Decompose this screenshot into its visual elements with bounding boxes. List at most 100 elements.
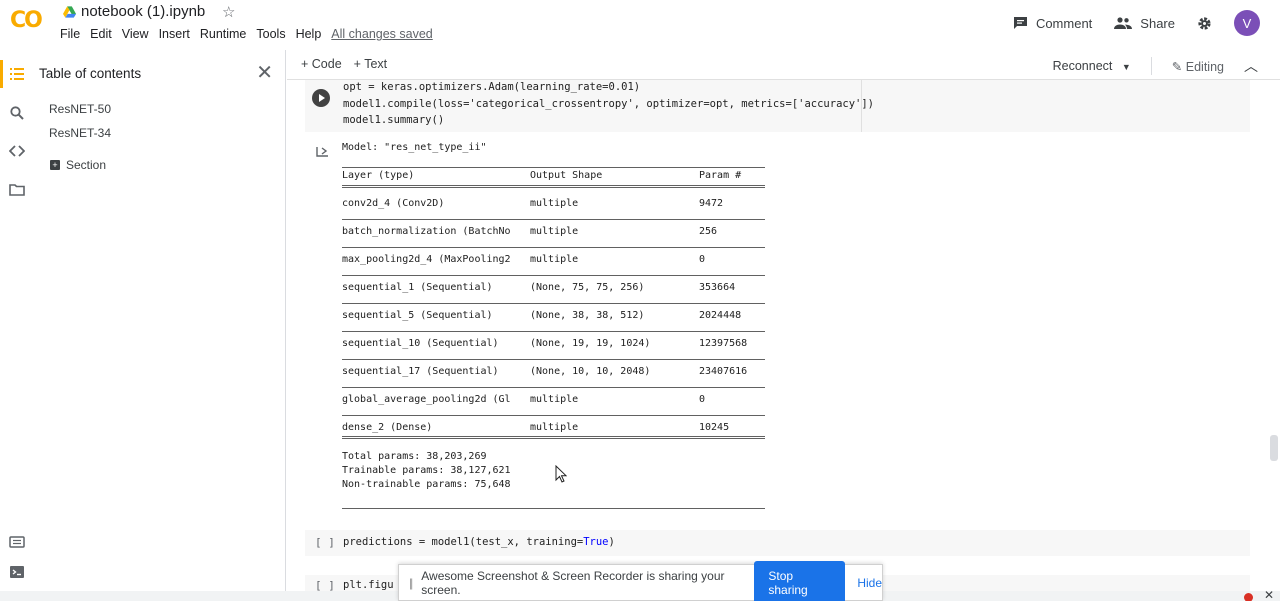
cell-layer: max_pooling2d_4 (MaxPooling2: [342, 254, 511, 265]
cell-shape: multiple: [530, 422, 579, 433]
add-code-button[interactable]: + Code: [301, 57, 342, 71]
status-strip: [0, 591, 398, 601]
menu-edit[interactable]: Edit: [90, 27, 112, 41]
terminal-icon[interactable]: [9, 564, 25, 580]
cell-layer: sequential_10 (Sequential): [342, 338, 499, 349]
cell-params: 0: [699, 254, 706, 265]
code-text: predictions = model1(test_x, training=: [343, 536, 584, 548]
hide-button[interactable]: Hide: [857, 576, 882, 590]
search-icon[interactable]: [9, 105, 25, 121]
table-rule: [342, 219, 765, 220]
code-cell[interactable]: [ ] predictions = model1(test_x, trainin…: [305, 530, 1250, 556]
table-rule: [342, 185, 765, 188]
code-cell[interactable]: opt = keras.optimizers.Adam(learning_rat…: [305, 80, 1250, 132]
execution-count[interactable]: [ ]: [315, 536, 335, 549]
notebook-name[interactable]: notebook (1).ipynb: [81, 3, 205, 20]
gear-icon[interactable]: [1197, 16, 1212, 31]
chevron-down-icon: ▼: [1121, 62, 1131, 72]
cell-shape: (None, 38, 38, 512): [530, 310, 645, 321]
notebook-toolbar: + Code + Text Reconnect ▼ ✎ Editing ︿: [287, 50, 1280, 80]
cell-layer: dense_2 (Dense): [342, 422, 433, 433]
table-row: sequential_17 (Sequential) (None, 10, 10,…: [342, 366, 765, 380]
menu-runtime[interactable]: Runtime: [200, 27, 247, 41]
header-actions: Comment Share V: [1013, 10, 1260, 36]
output-menu-icon[interactable]: [316, 144, 330, 158]
comment-label: Comment: [1035, 15, 1093, 31]
status-strip: [883, 591, 1280, 601]
cell-params: 0: [699, 394, 706, 405]
close-icon[interactable]: ✕: [1264, 588, 1274, 601]
table-rule: [342, 387, 765, 388]
cell-params: 2024448: [699, 310, 742, 321]
table-row: sequential_5 (Sequential) (None, 38, 38, …: [342, 310, 765, 324]
star-icon[interactable]: ☆: [222, 3, 235, 21]
editing-label: Editing: [1185, 59, 1224, 74]
menu-help[interactable]: Help: [296, 27, 322, 41]
cell-shape: (None, 10, 10, 2048): [530, 366, 651, 377]
code-text: ): [608, 536, 615, 548]
toc-item-label: ResNET-34: [49, 126, 112, 140]
cell-params: 23407616: [699, 366, 748, 377]
close-icon[interactable]: ✕: [256, 60, 273, 85]
add-text-button[interactable]: + Text: [354, 57, 387, 71]
toc-item-resnet50[interactable]: ResNET-50: [49, 102, 111, 116]
menu-file[interactable]: File: [60, 27, 80, 41]
command-palette-icon[interactable]: [9, 534, 25, 550]
cell-layer: sequential_5 (Sequential): [342, 310, 493, 321]
save-status[interactable]: All changes saved: [331, 27, 432, 41]
code-editor[interactable]: predictions = model1(test_x, training=Tr…: [343, 534, 615, 551]
code-line: model1.compile(loss='categorical_crossen…: [343, 97, 875, 110]
cell-shape: (None, 19, 19, 1024): [530, 338, 651, 349]
comment-icon: [1013, 17, 1027, 29]
cell-shape: multiple: [530, 394, 579, 405]
comment-button[interactable]: Comment: [1013, 16, 1092, 31]
drag-handle-icon[interactable]: ||: [409, 576, 413, 590]
toc-icon[interactable]: [9, 66, 25, 82]
menu-tools[interactable]: Tools: [256, 27, 285, 41]
share-button[interactable]: Share: [1114, 16, 1175, 31]
colab-logo[interactable]: CO: [10, 8, 43, 33]
trainable-params: Trainable params: 38,127,621: [342, 465, 511, 476]
cell-params: 9472: [699, 198, 724, 209]
scrollbar-thumb[interactable]: [1270, 435, 1278, 461]
cell-layer: sequential_17 (Sequential): [342, 366, 499, 377]
table-row: dense_2 (Dense) multiple 10245: [342, 422, 765, 436]
table-row: max_pooling2d_4 (MaxPooling2 multiple 0: [342, 254, 765, 268]
folder-icon[interactable]: [9, 182, 25, 198]
recording-indicator-icon: [1244, 593, 1253, 601]
cell-shape: (None, 75, 75, 256): [530, 282, 645, 293]
code-snippets-icon[interactable]: [9, 143, 25, 159]
code-line: model1.summary(): [343, 114, 445, 126]
run-cell-button[interactable]: [312, 89, 330, 107]
table-rule: [342, 359, 765, 360]
screen-share-banner: || Awesome Screenshot & Screen Recorder …: [398, 560, 883, 601]
menu-view[interactable]: View: [122, 27, 149, 41]
reconnect-button[interactable]: Reconnect ▼: [1053, 59, 1131, 73]
table-rule: [342, 247, 765, 248]
code-keyword: True: [583, 536, 609, 548]
non-trainable-params: Non-trainable params: 75,648: [342, 479, 511, 490]
table-rule: [342, 167, 765, 168]
document-title[interactable]: notebook (1).ipynb: [63, 3, 205, 20]
chevron-up-icon[interactable]: ︿: [1244, 56, 1258, 76]
ruler-line: [861, 80, 862, 132]
share-message: Awesome Screenshot & Screen Recorder is …: [421, 568, 725, 597]
toolbar-divider: [1150, 57, 1152, 75]
toc-item-resnet34[interactable]: ResNET-34: [49, 126, 111, 140]
toc-item-label: Section: [66, 158, 107, 172]
menu-bar: File Edit View Insert Runtime Tools Help…: [60, 27, 433, 41]
toc-item-section[interactable]: + Section: [50, 158, 106, 172]
mouse-cursor-icon: [555, 465, 567, 483]
stop-sharing-button[interactable]: Stop sharing: [754, 560, 846, 601]
model-name-line: Model: "res_net_type_ii": [342, 142, 487, 153]
menu-insert[interactable]: Insert: [159, 27, 190, 41]
notebook-area: opt = keras.optimizers.Adam(learning_rat…: [287, 80, 1280, 601]
toc-item-label: ResNET-50: [49, 102, 112, 116]
avatar[interactable]: V: [1234, 10, 1260, 36]
code-editor[interactable]: opt = keras.optimizers.Adam(learning_rat…: [343, 79, 874, 129]
table-rule: [342, 275, 765, 276]
cell-layer: batch_normalization (BatchNo: [342, 226, 511, 237]
cell-params: 256: [699, 226, 718, 237]
share-label: Share: [1140, 15, 1175, 31]
editing-mode-button[interactable]: ✎ Editing: [1172, 59, 1224, 74]
